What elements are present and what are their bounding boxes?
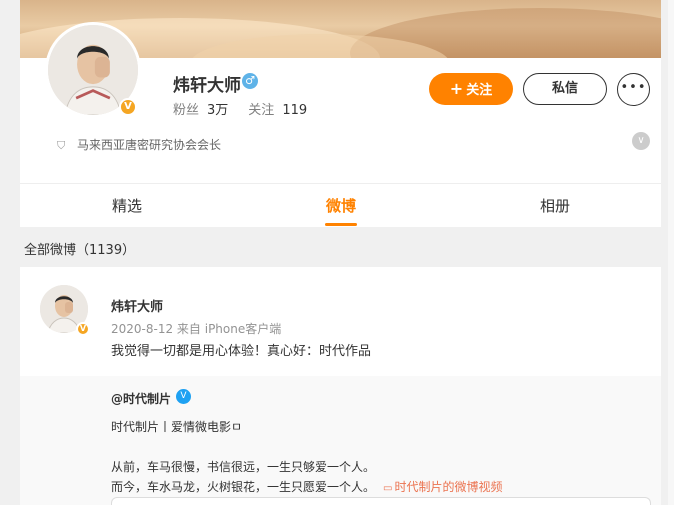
tab-weibo[interactable]: 微博 [234, 184, 448, 228]
follow-button[interactable]: + 关注 [429, 73, 513, 105]
male-icon: ♂ [242, 73, 258, 89]
verified-blue-icon: V [176, 389, 191, 404]
tab-album[interactable]: 相册 [448, 184, 662, 228]
repost-line-3-text: 而今，车水马龙，火树银花，一生只愿爱一个人。 [111, 480, 376, 494]
repost-block: @时代制片 V 时代制片丨爱情微电影ㅁ 从前，车马很慢，书信很远，一生只够爱一个… [20, 376, 661, 505]
plus-icon: + [449, 79, 464, 98]
following-count[interactable]: 119 [282, 103, 307, 118]
profile-card: V 炜轩大师 ♂ 粉丝 3万 关注 119 + 关注 私信 ••• ⛉ 马来西亚唐密研究协… [20, 0, 661, 227]
bio-text: 马来西亚唐密研究协会会长 [77, 138, 222, 152]
profile-name: 炜轩大师 [173, 76, 241, 96]
profile-stats: 粉丝 3万 关注 119 [173, 99, 307, 118]
message-button[interactable]: 私信 [523, 73, 607, 105]
video-icon: ▭ [383, 483, 393, 494]
post-author[interactable]: 炜轩大师 [111, 296, 163, 315]
post-card: V 炜轩大师 2020-8-12 来自 iPhone客户端 我觉得一切都是用心体… [20, 267, 661, 505]
fans-count[interactable]: 3万 [207, 103, 228, 118]
repost-line-3: 而今，车水马龙，火树银花，一生只愿爱一个人。 ▭ 时代制片的微博视频 [111, 478, 502, 495]
video-link-label: 时代制片的微博视频 [394, 480, 503, 494]
more-options-button[interactable]: ••• [617, 73, 650, 106]
scrollbar[interactable] [668, 0, 674, 505]
tab-featured[interactable]: 精选 [20, 184, 234, 228]
verified-icon: V [119, 98, 137, 116]
follow-button-label: 关注 [466, 83, 493, 98]
page: V 炜轩大师 ♂ 粉丝 3万 关注 119 + 关注 私信 ••• ⛉ 马来西亚唐密研究协… [10, 0, 668, 505]
all-posts-count: 全部微博（1139） [24, 243, 136, 258]
bio-row: ⛉ 马来西亚唐密研究协会会长 [57, 136, 221, 153]
profile-tabs: 精选 微博 相册 [20, 183, 661, 227]
post-text: 我觉得一切都是用心体验！真心好：时代作品 [111, 344, 372, 359]
repost-line-2: 从前，车马很慢，书信很远，一生只够爱一个人。 [111, 460, 376, 474]
repost-line-1: 时代制片丨爱情微电影ㅁ [111, 420, 243, 434]
repost-user[interactable]: @时代制片 [111, 390, 171, 407]
verified-icon: V [76, 322, 90, 336]
post-meta: 2020-8-12 来自 iPhone客户端 [111, 322, 282, 336]
shield-icon: ⛉ [57, 139, 66, 152]
chevron-down-icon[interactable]: ∨ [632, 132, 650, 150]
video-link[interactable]: ▭ 时代制片的微博视频 [383, 480, 502, 494]
following-label: 关注 [248, 103, 275, 118]
media-preview[interactable] [111, 497, 651, 505]
fans-label: 粉丝 [173, 103, 200, 118]
